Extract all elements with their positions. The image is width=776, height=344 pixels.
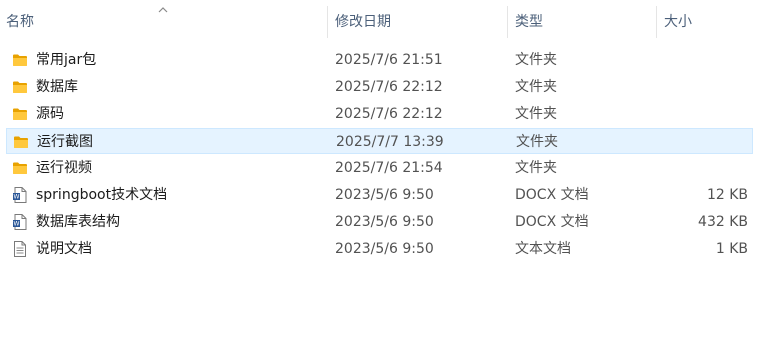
- file-row[interactable]: 数据库 2025/7/6 22:12 文件夹: [6, 74, 753, 100]
- file-modified-date: 2023/5/6 9:50: [335, 214, 434, 230]
- column-name-header[interactable]: 名称: [0, 0, 327, 44]
- file-size: 1 KB: [715, 241, 748, 257]
- file-row[interactable]: 源码 2025/7/6 22:12 文件夹: [6, 101, 753, 127]
- file-name: 说明文档: [36, 241, 92, 257]
- file-name: 源码: [36, 106, 64, 122]
- file-type: 文本文档: [515, 241, 571, 257]
- column-divider[interactable]: [327, 6, 328, 38]
- file-modified-date: 2025/7/6 21:51: [335, 52, 443, 68]
- file-name: 数据库: [36, 79, 78, 95]
- file-name: 运行截图: [37, 134, 93, 150]
- file-type: DOCX 文档: [515, 214, 589, 230]
- column-date-header[interactable]: 修改日期: [329, 0, 507, 44]
- file-name: springboot技术文档: [36, 187, 168, 203]
- file-modified-date: 2025/7/6 22:12: [335, 79, 443, 95]
- column-divider[interactable]: [507, 6, 508, 38]
- file-type: 文件夹: [515, 79, 557, 95]
- file-modified-date: 2025/7/7 13:39: [336, 134, 444, 150]
- column-type-header[interactable]: 类型: [509, 0, 656, 44]
- folder-icon: [12, 133, 30, 151]
- file-row[interactable]: 常用jar包 2025/7/6 21:51 文件夹: [6, 47, 753, 73]
- file-row[interactable]: 运行视频 2025/7/6 21:54 文件夹: [6, 155, 753, 181]
- folder-icon: [11, 159, 29, 177]
- folder-icon: [11, 78, 29, 96]
- file-type: 文件夹: [516, 134, 558, 150]
- file-modified-date: 2023/5/6 9:50: [335, 187, 434, 203]
- file-name: 运行视频: [36, 160, 92, 176]
- file-row[interactable]: 说明文档 2023/5/6 9:50 文本文档 1 KB: [6, 236, 753, 262]
- file-row[interactable]: W 数据库表结构 2023/5/6 9:50 DOCX 文档 432 KB: [6, 209, 753, 235]
- file-type: 文件夹: [515, 106, 557, 122]
- column-divider[interactable]: [656, 6, 657, 38]
- file-row[interactable]: Wspringboot技术文档 2023/5/6 9:50 DOCX 文档 12 KB: [6, 182, 753, 208]
- file-type: 文件夹: [515, 52, 557, 68]
- svg-text:W: W: [14, 221, 20, 228]
- word-doc-icon: W: [11, 213, 29, 231]
- file-size: 432 KB: [698, 214, 748, 230]
- file-modified-date: 2025/7/6 22:12: [335, 106, 443, 122]
- file-type: 文件夹: [515, 160, 557, 176]
- column-header: 名称 修改日期 类型 大小: [0, 0, 776, 44]
- file-modified-date: 2023/5/6 9:50: [335, 241, 434, 257]
- file-type: DOCX 文档: [515, 187, 589, 203]
- file-modified-date: 2025/7/6 21:54: [335, 160, 443, 176]
- file-row[interactable]: 运行截图 2025/7/7 13:39 文件夹: [6, 128, 753, 154]
- column-size-header[interactable]: 大小: [658, 0, 758, 44]
- file-size: 12 KB: [706, 187, 748, 203]
- folder-icon: [11, 105, 29, 123]
- text-file-icon: [11, 240, 29, 258]
- file-name: 常用jar包: [36, 52, 97, 68]
- word-doc-icon: W: [11, 186, 29, 204]
- svg-text:W: W: [14, 194, 20, 201]
- folder-icon: [11, 51, 29, 69]
- file-name: 数据库表结构: [36, 214, 120, 230]
